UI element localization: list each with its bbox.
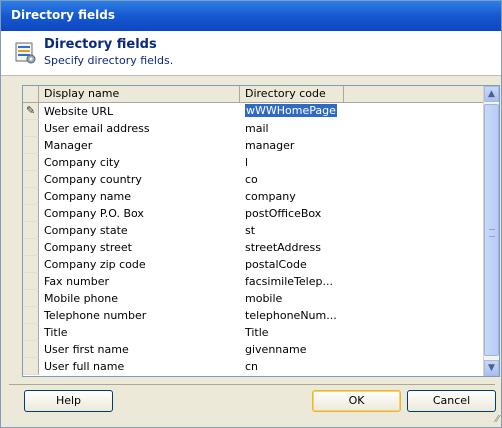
display-name-cell[interactable]: Website URL	[44, 105, 113, 118]
table-row[interactable]: User full name cn	[23, 358, 483, 375]
scroll-up-button[interactable]: ▲	[484, 86, 499, 102]
row-header[interactable]	[23, 222, 39, 239]
column-header-directory-code[interactable]: Directory code	[245, 87, 326, 100]
table-row[interactable]: Company city l	[23, 154, 483, 171]
table-row[interactable]: Company zip code postalCode	[23, 256, 483, 273]
cancel-button[interactable]: Cancel	[407, 390, 496, 412]
directory-code-cell[interactable]: givenname	[245, 343, 306, 356]
directory-code-cell[interactable]: mobile	[245, 292, 282, 305]
chevron-down-icon: ▼	[488, 363, 495, 373]
directory-code-cell[interactable]: company	[245, 190, 296, 203]
row-header[interactable]	[23, 171, 39, 188]
ok-button[interactable]: OK	[312, 390, 401, 412]
header-title: Directory fields	[44, 37, 157, 52]
fields-grid[interactable]: Display name Directory code ✎ Website UR…	[22, 85, 500, 377]
table-row[interactable]: ✎ Website URL wWWHomePage	[23, 103, 483, 120]
row-header[interactable]	[23, 256, 39, 273]
directory-code-cell[interactable]: postOfficeBox	[245, 207, 321, 220]
display-name-cell[interactable]: Fax number	[44, 275, 109, 288]
row-header[interactable]	[23, 154, 39, 171]
row-header[interactable]	[23, 290, 39, 307]
grip-icon	[489, 229, 495, 237]
row-header[interactable]	[23, 273, 39, 290]
dialog-header: Directory fields Specify directory field…	[1, 31, 501, 76]
column-header-display-name[interactable]: Display name	[44, 87, 119, 100]
display-name-cell[interactable]: Company country	[44, 173, 142, 186]
resize-grip-icon[interactable]: ⁄⁄	[496, 414, 499, 425]
table-row[interactable]: Company street streetAddress	[23, 239, 483, 256]
scrollbar-thumb[interactable]	[484, 104, 499, 356]
table-row[interactable]: User email address mail	[23, 120, 483, 137]
table-row[interactable]: Title Title	[23, 324, 483, 341]
display-name-cell[interactable]: Telephone number	[44, 309, 146, 322]
display-name-cell[interactable]: Company name	[44, 190, 131, 203]
display-name-cell[interactable]: Company state	[44, 224, 128, 237]
display-name-cell[interactable]: Company zip code	[44, 258, 146, 271]
grid-rows: ✎ Website URL wWWHomePage User email add…	[23, 103, 483, 375]
table-row[interactable]: Manager manager	[23, 137, 483, 154]
row-header[interactable]	[23, 188, 39, 205]
directory-code-cell[interactable]: postalCode	[245, 258, 307, 271]
row-header[interactable]	[23, 341, 39, 358]
column-separator[interactable]	[239, 86, 240, 102]
pencil-icon: ✎	[26, 104, 36, 117]
display-name-cell[interactable]: Company city	[44, 156, 120, 169]
table-row[interactable]: Fax number facsimileTelep...	[23, 273, 483, 290]
vertical-scrollbar[interactable]: ▲ ▼	[483, 86, 499, 376]
dialog-window: Directory fields Directory fields Specif…	[0, 0, 502, 428]
display-name-cell[interactable]: Manager	[44, 139, 92, 152]
row-header-column	[23, 86, 39, 102]
directory-code-cell[interactable]: cn	[245, 360, 258, 373]
directory-code-cell[interactable]: streetAddress	[245, 241, 321, 254]
table-row[interactable]: Telephone number telephoneNum...	[23, 307, 483, 324]
title-bar[interactable]: Directory fields	[1, 1, 501, 31]
directory-code-cell[interactable]: l	[245, 156, 248, 169]
row-header[interactable]	[23, 324, 39, 341]
table-row[interactable]: User first name givenname	[23, 341, 483, 358]
display-name-cell[interactable]: User first name	[44, 343, 129, 356]
directory-code-cell[interactable]: telephoneNum...	[245, 309, 337, 322]
help-button[interactable]: Help	[24, 390, 113, 412]
scroll-down-button[interactable]: ▼	[484, 360, 499, 376]
row-header[interactable]	[23, 205, 39, 222]
table-row[interactable]: Company state st	[23, 222, 483, 239]
row-header[interactable]	[23, 239, 39, 256]
table-row[interactable]: Mobile phone mobile	[23, 290, 483, 307]
display-name-cell[interactable]: Company street	[44, 241, 132, 254]
table-row[interactable]: Company name company	[23, 188, 483, 205]
table-row[interactable]: Company P.O. Box postOfficeBox	[23, 205, 483, 222]
display-name-cell[interactable]: User full name	[44, 360, 124, 373]
table-row[interactable]: Company country co	[23, 171, 483, 188]
chevron-up-icon: ▲	[488, 89, 495, 99]
display-name-cell[interactable]: Title	[44, 326, 68, 339]
display-name-cell[interactable]: Company P.O. Box	[44, 207, 144, 220]
row-header[interactable]: ✎	[23, 103, 39, 120]
header-subtitle: Specify directory fields.	[44, 54, 174, 67]
display-name-cell[interactable]: User email address	[44, 122, 150, 135]
directory-fields-icon	[15, 42, 36, 64]
directory-code-cell[interactable]: wWWHomePage	[245, 104, 337, 117]
row-header[interactable]	[23, 137, 39, 154]
row-header[interactable]	[23, 307, 39, 324]
row-header[interactable]	[23, 358, 39, 375]
display-name-cell[interactable]: Mobile phone	[44, 292, 118, 305]
window-title: Directory fields	[11, 8, 116, 22]
directory-code-cell[interactable]: facsimileTelep...	[245, 275, 333, 288]
row-header[interactable]	[23, 120, 39, 137]
directory-code-cell[interactable]: mail	[245, 122, 269, 135]
column-separator[interactable]	[343, 86, 344, 102]
grid-header: Display name Directory code	[23, 86, 499, 103]
divider	[9, 384, 495, 385]
directory-code-cell[interactable]: Title	[245, 326, 269, 339]
directory-code-cell[interactable]: st	[245, 224, 255, 237]
directory-code-cell[interactable]: manager	[245, 139, 294, 152]
directory-code-cell[interactable]: co	[245, 173, 258, 186]
